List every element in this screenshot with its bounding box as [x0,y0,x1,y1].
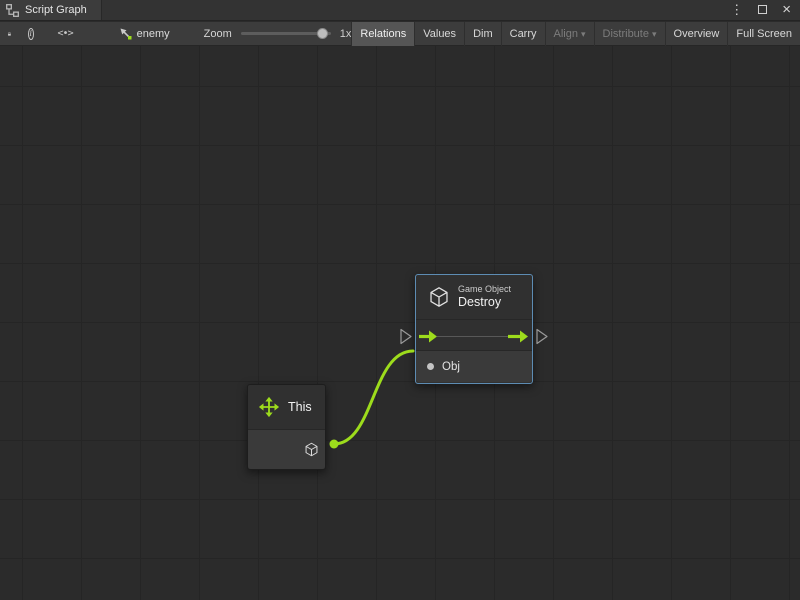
window-titlebar: Script Graph ⋮ × [0,0,800,21]
graph-overlay [0,46,800,600]
node-this-output-row [248,429,325,469]
info-icon[interactable]: i [28,28,34,40]
node-destroy[interactable]: Game Object Destroy Obj [415,274,533,384]
code-preview-icon[interactable]: <•> [58,28,73,39]
align-dropdown[interactable]: Align▾ [545,22,594,46]
window-menu-button[interactable]: ⋮ [730,0,743,20]
zoom-control: Zoom 1x [204,28,352,40]
obj-input-port[interactable]: Obj [416,350,532,382]
graph-name: enemy [137,28,170,40]
distribute-label: Distribute [603,28,649,40]
node-destroy-header[interactable]: Game Object Destroy [416,275,532,320]
tab-title: Script Graph [25,4,87,16]
values-button[interactable]: Values [414,22,464,46]
align-label: Align [554,28,578,40]
outgoing-flow-triangle-icon [537,330,547,344]
node-category: Game Object [458,284,511,295]
overview-button[interactable]: Overview [665,22,728,46]
connection-wire[interactable] [334,351,413,444]
graph-asset-icon [119,27,132,40]
node-destroy-text: Game Object Destroy [458,284,511,310]
cube-icon[interactable] [304,442,319,457]
maximize-button[interactable] [758,0,767,20]
graph-reference[interactable]: enemy [119,27,170,40]
relations-button[interactable]: Relations [351,22,414,46]
graph-toolbar: i <•> enemy Zoom 1x Relations Values Dim… [0,22,800,46]
maximize-icon [758,5,767,14]
window-controls: ⋮ × [730,0,800,20]
chevron-down-icon: ▾ [652,29,657,39]
graph-canvas[interactable]: Game Object Destroy Obj This [0,46,800,600]
node-this[interactable]: This [247,384,326,470]
zoom-slider[interactable] [241,32,331,35]
node-title: This [288,400,312,415]
dim-button[interactable]: Dim [464,22,501,46]
zoom-value: 1x [340,28,352,40]
close-button[interactable]: × [782,0,791,20]
lock-icon[interactable] [7,27,12,41]
node-this-header[interactable]: This [248,385,325,429]
input-port-dot[interactable] [427,363,434,370]
move-arrows-icon [258,396,280,418]
input-port-label: Obj [442,361,460,373]
script-graph-icon [6,4,19,17]
cube-icon [428,286,450,308]
toolbar-buttons: Relations Values Dim Carry Align▾ Distri… [351,22,800,46]
output-port-dot[interactable] [330,440,339,449]
fullscreen-button[interactable]: Full Screen [727,22,800,46]
carry-button[interactable]: Carry [501,22,545,46]
zoom-slider-knob[interactable] [317,28,328,39]
incoming-flow-triangle-icon [401,330,411,344]
control-flow-row [416,320,532,350]
node-title: Destroy [458,295,511,310]
distribute-dropdown[interactable]: Distribute▾ [594,22,665,46]
tab-script-graph[interactable]: Script Graph [0,0,102,20]
zoom-label: Zoom [204,28,232,40]
chevron-down-icon: ▾ [581,29,586,39]
